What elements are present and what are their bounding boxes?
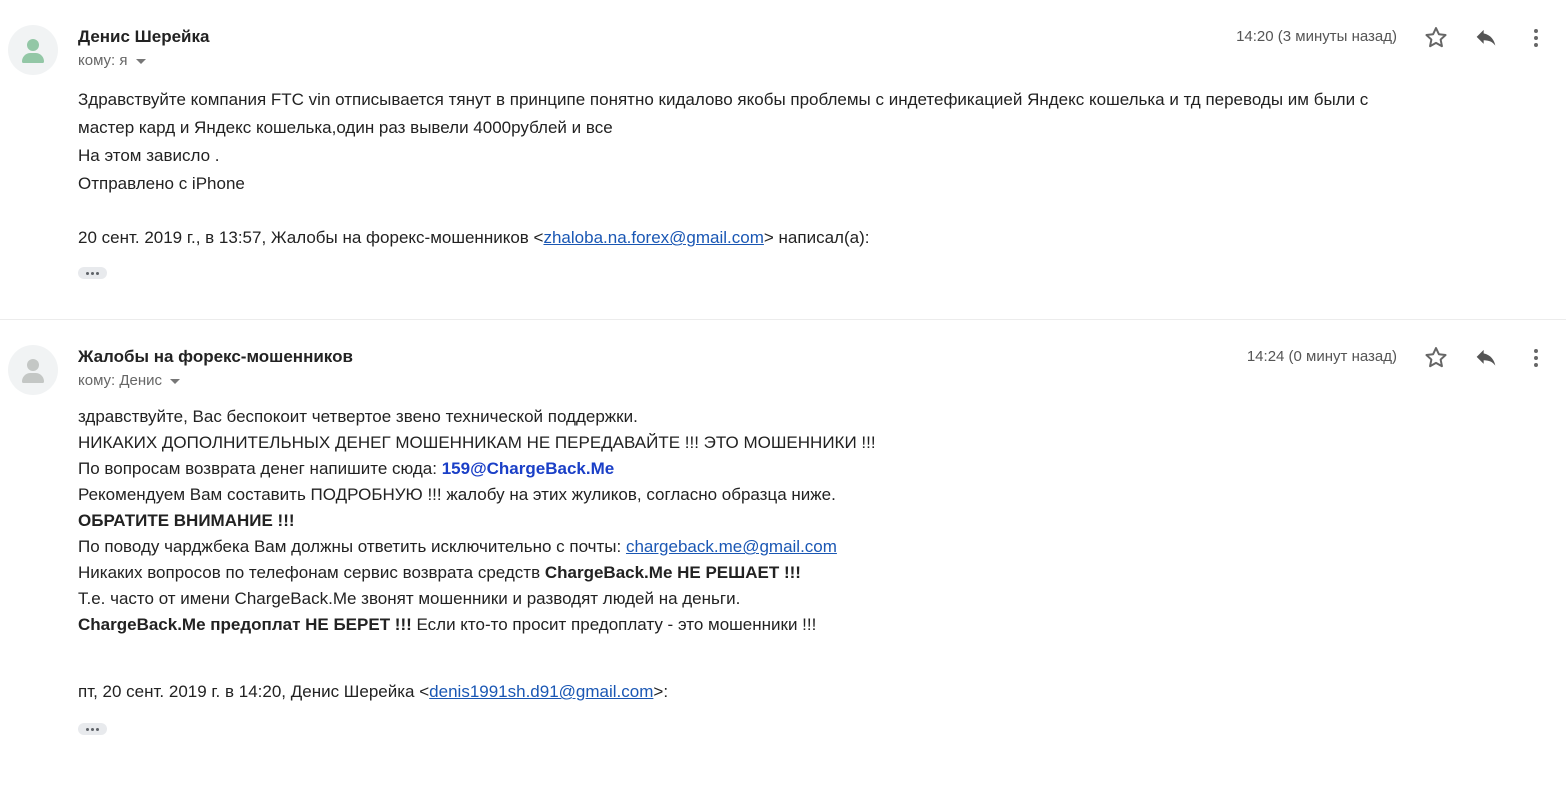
- message-time: 14:24 (0 минут назад): [1246, 348, 1397, 365]
- more-horiz-icon: [86, 728, 89, 731]
- sender-name[interactable]: Денис Шерейка: [78, 27, 209, 47]
- body-line: Отправлено с iPhone: [78, 174, 245, 193]
- caret-down-icon[interactable]: [135, 58, 146, 64]
- show-trimmed-content-button[interactable]: [78, 723, 107, 735]
- sender-name[interactable]: Жалобы на форекс-мошенников: [78, 347, 353, 367]
- sender-avatar[interactable]: [8, 345, 58, 395]
- body-line: НИКАКИХ ДОПОЛНИТЕЛЬНЫХ ДЕНЕГ МОШЕННИКАМ …: [78, 433, 876, 452]
- sender-avatar[interactable]: [8, 25, 58, 75]
- email-message-2: Жалобы на форекс-мошенников кому: Денис …: [0, 320, 1566, 788]
- body-line: Т.е. часто от имени ChargeBack.Me звонят…: [78, 589, 741, 608]
- body-line: ChargeBack.Me предоплат НЕ БЕРЕТ !!! Есл…: [78, 615, 817, 634]
- email-link[interactable]: denis1991sh.d91@gmail.com: [429, 682, 653, 701]
- message-body: здравствуйте, Вас беспокоит четвертое зв…: [78, 404, 876, 638]
- body-line: По поводу чарджбека Вам должны ответить …: [78, 537, 837, 556]
- body-line: На этом зависло .: [78, 146, 220, 165]
- more-vert-icon[interactable]: [1522, 344, 1550, 372]
- recipient-label: кому: я: [78, 52, 128, 69]
- show-trimmed-content-button[interactable]: [78, 267, 107, 279]
- body-line: По вопросам возврата денег напишите сюда…: [78, 459, 615, 478]
- email-link[interactable]: zhaloba.na.forex@gmail.com: [543, 228, 763, 247]
- caret-down-icon[interactable]: [170, 378, 181, 384]
- person-icon: [27, 39, 39, 51]
- recipient-label: кому: Денис: [78, 372, 163, 389]
- quote-attribution: 20 сент. 2019 г., в 13:57, Жалобы на фор…: [78, 228, 870, 247]
- body-line: Здравствуйте компания FTC vin отписывает…: [78, 90, 1369, 109]
- more-horiz-icon: [86, 272, 89, 275]
- reply-icon[interactable]: [1472, 24, 1500, 52]
- body-line: здравствуйте, Вас беспокоит четвертое зв…: [78, 407, 638, 426]
- message-body: Здравствуйте компания FTC vin отписывает…: [78, 86, 1368, 198]
- body-line: мастер кард и Яндекс кошелька,один раз в…: [78, 118, 613, 137]
- star-icon[interactable]: [1422, 24, 1450, 52]
- email-message-1: Денис Шерейка кому: я 14:20 (3 минуты на…: [0, 0, 1566, 319]
- person-icon: [27, 359, 39, 371]
- body-line: Никаких вопросов по телефонам сервис воз…: [78, 563, 801, 582]
- star-icon[interactable]: [1422, 344, 1450, 372]
- reply-icon[interactable]: [1472, 344, 1500, 372]
- body-line: Рекомендуем Вам составить ПОДРОБНУЮ !!! …: [78, 485, 836, 504]
- quote-attribution: пт, 20 сент. 2019 г. в 14:20, Денис Шере…: [78, 682, 669, 701]
- body-line: ОБРАТИТЕ ВНИМАНИЕ !!!: [78, 511, 295, 530]
- email-link[interactable]: chargeback.me@gmail.com: [626, 537, 837, 556]
- contact-address[interactable]: 159@ChargeBack.Me: [442, 459, 615, 478]
- message-time: 14:20 (3 минуты назад): [1236, 28, 1397, 45]
- recipient-dropdown[interactable]: кому: я: [78, 52, 146, 69]
- more-vert-icon[interactable]: [1522, 24, 1550, 52]
- recipient-dropdown[interactable]: кому: Денис: [78, 372, 181, 389]
